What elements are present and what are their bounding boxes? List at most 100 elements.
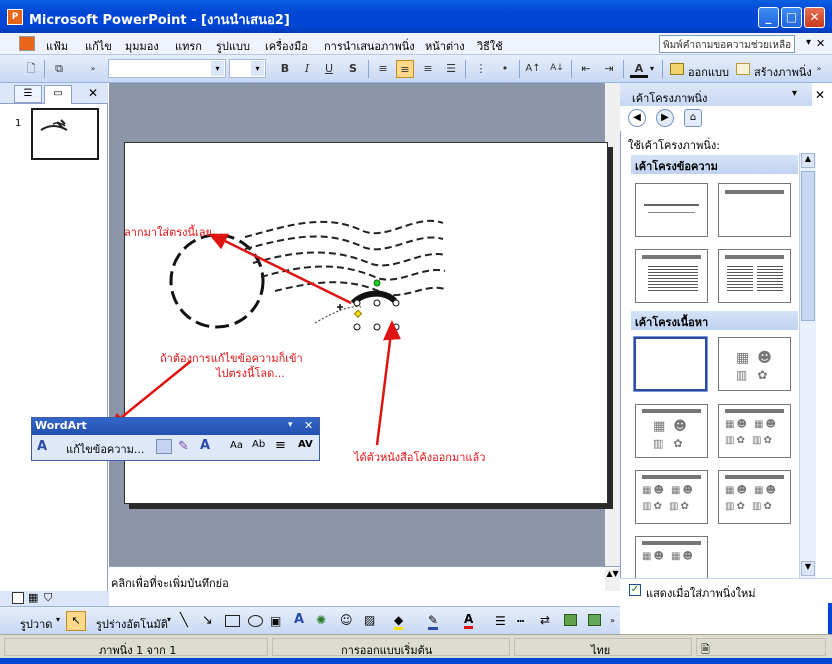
menu-slideshow[interactable]: การนำเสนอภาพนิ่ง: [324, 37, 415, 55]
scroll-up-icon[interactable]: ▲: [801, 153, 815, 168]
justify-icon[interactable]: ☰: [442, 60, 460, 78]
menu-file[interactable]: แฟ้ม: [46, 37, 68, 55]
line-icon[interactable]: ╲: [180, 613, 188, 628]
slide-sorter-view-icon[interactable]: ▦: [28, 591, 38, 604]
layout-blank[interactable]: [633, 336, 708, 392]
draw-dropdown-icon[interactable]: ▾: [56, 615, 60, 624]
notes-scrollbar[interactable]: ▲▼: [605, 569, 620, 591]
align-left-icon[interactable]: ≡: [374, 60, 392, 78]
underline-button[interactable]: U: [320, 60, 338, 78]
wordart-shape-icon[interactable]: A: [200, 438, 210, 453]
3d-style-icon[interactable]: [588, 614, 601, 626]
design-icon[interactable]: [670, 63, 684, 75]
document-icon[interactable]: [19, 36, 35, 51]
same-letter-heights-icon[interactable]: Aa: [230, 440, 243, 451]
align-center-icon[interactable]: ≡: [396, 60, 414, 78]
maximize-button[interactable]: □: [781, 7, 802, 28]
toolbar-options-icon[interactable]: »: [88, 60, 98, 78]
diagram-icon[interactable]: ✺: [316, 613, 326, 627]
powerpoint-icon[interactable]: P: [7, 9, 23, 25]
shadow-style-icon[interactable]: [564, 614, 577, 626]
close-icon[interactable]: ✕: [304, 419, 313, 432]
minimize-button[interactable]: _: [758, 7, 779, 28]
close-pane-icon[interactable]: ✕: [88, 86, 98, 100]
task-pane-menu-icon[interactable]: ▾: [792, 88, 797, 99]
new-document-icon[interactable]: 🗋: [22, 60, 40, 78]
tab-slides[interactable]: ▭: [44, 85, 72, 104]
layout-content[interactable]: ▦☻ ▥✿: [718, 337, 791, 391]
menu-window[interactable]: หน้าต่าง: [425, 37, 465, 55]
picture-icon[interactable]: ▨: [364, 613, 375, 627]
menu-view[interactable]: มุมมอง: [125, 37, 159, 55]
scroll-down-icon[interactable]: ▼: [801, 561, 815, 576]
italic-button[interactable]: I: [298, 60, 316, 78]
slideshow-view-icon[interactable]: ⛉: [44, 591, 52, 605]
font-size-select[interactable]: ▾: [229, 59, 266, 78]
menu-edit[interactable]: แก้ไข: [85, 37, 112, 55]
layout-title-content[interactable]: ▦☻ ▥✿: [635, 404, 708, 458]
tab-outline[interactable]: ☰: [14, 85, 42, 103]
textbox-icon[interactable]: ▣: [270, 614, 281, 628]
layout-title-only[interactable]: [718, 183, 791, 237]
arrow-icon[interactable]: ↘: [202, 613, 213, 628]
increase-indent-icon[interactable]: ⇥: [600, 60, 618, 78]
increase-font-icon[interactable]: A↑: [524, 60, 542, 78]
autoshapes-button[interactable]: รูปร่างอัตโนมัติ: [96, 615, 168, 633]
fill-color-icon[interactable]: ◆: [394, 613, 404, 630]
close-button[interactable]: ✕: [804, 7, 825, 28]
decrease-font-icon[interactable]: A↓: [548, 60, 566, 78]
new-slide-icon[interactable]: [736, 63, 750, 75]
new-slide-button[interactable]: สร้างภาพนิ่ง: [754, 63, 812, 81]
numbering-icon[interactable]: ⋮: [472, 60, 490, 78]
line-style-icon[interactable]: ☰: [495, 614, 506, 628]
notes-pane[interactable]: คลิกเพื่อที่จะเพิ่มบันทึกย่อ ▲▼: [109, 566, 620, 591]
alignment-icon[interactable]: ≡: [275, 438, 286, 453]
normal-view-icon[interactable]: [12, 592, 24, 604]
insert-wordart-icon[interactable]: A: [294, 612, 304, 627]
line-color-icon[interactable]: ✎: [428, 613, 439, 630]
show-on-insert-checkbox[interactable]: ✓: [629, 584, 641, 596]
scroll-thumb[interactable]: [801, 171, 815, 321]
layout-title-two-content[interactable]: ▦☻ ▦☻ ▥✿ ▥✿: [718, 404, 791, 458]
title-bar[interactable]: P Microsoft PowerPoint - [งานนำเสนอ2] _ …: [0, 0, 832, 33]
task-pane-scrollbar[interactable]: ▲ ▼: [799, 153, 816, 578]
wavy-lines-shape[interactable]: [244, 219, 446, 297]
insert-wordart-icon[interactable]: A: [37, 439, 47, 454]
character-spacing-icon[interactable]: AV: [298, 439, 313, 450]
rotate-handle[interactable]: [373, 279, 381, 287]
align-right-icon[interactable]: ≡: [419, 60, 437, 78]
wordart-toolbar[interactable]: WordArt ▾ ✕ A แก้ไขข้อความ... ✎ A Aa Ab …: [31, 417, 320, 461]
design-button[interactable]: ออกแบบ: [688, 63, 729, 81]
toolbar-options-icon[interactable]: »: [610, 616, 615, 625]
help-dropdown-icon[interactable]: ▾: [806, 37, 811, 48]
dash-style-icon[interactable]: ┅: [517, 614, 524, 628]
notes-placeholder[interactable]: คลิกเพื่อที่จะเพิ่มบันทึกย่อ: [111, 574, 229, 592]
spelling-status-icon[interactable]: 🗎: [696, 638, 826, 656]
font-color-icon[interactable]: A: [464, 612, 474, 629]
clipart-icon[interactable]: ☺: [340, 613, 353, 627]
format-wordart-icon[interactable]: ✎: [178, 439, 189, 454]
vertical-text-icon[interactable]: Ab: [252, 439, 265, 450]
draw-menu-button[interactable]: รูปวาด: [20, 615, 52, 633]
layout-title-text[interactable]: [635, 249, 708, 303]
home-icon[interactable]: ⌂: [684, 109, 702, 127]
menu-format[interactable]: รูปแบบ: [216, 37, 250, 55]
bold-button[interactable]: B: [276, 60, 294, 78]
layout-title-content-3[interactable]: ▦☻ ▦☻: [635, 536, 708, 578]
help-search-input[interactable]: พิมพ์คำถามขอความช่วยเหลือ: [659, 35, 795, 53]
slide-thumbnail[interactable]: [31, 108, 99, 160]
layout-two-column-text[interactable]: [718, 249, 791, 303]
edit-text-button[interactable]: แก้ไขข้อความ...: [66, 440, 144, 458]
layout-title-slide[interactable]: [635, 183, 708, 237]
wordart-toolbar-header[interactable]: WordArt ▾ ✕: [32, 418, 319, 435]
menu-insert[interactable]: แทรก: [175, 37, 202, 55]
menu-help[interactable]: วิธีใช้: [477, 37, 503, 55]
select-pointer-icon[interactable]: ↖: [66, 611, 86, 631]
decrease-indent-icon[interactable]: ⇤: [577, 60, 595, 78]
copy-icon[interactable]: ⧉: [50, 60, 68, 78]
font-color-icon[interactable]: A: [630, 60, 648, 78]
autoshapes-dropdown-icon[interactable]: ▾: [167, 615, 171, 624]
wordart-gallery-icon[interactable]: [156, 439, 172, 454]
menu-tools[interactable]: เครื่องมือ: [265, 37, 308, 55]
oval-icon[interactable]: [248, 615, 263, 627]
